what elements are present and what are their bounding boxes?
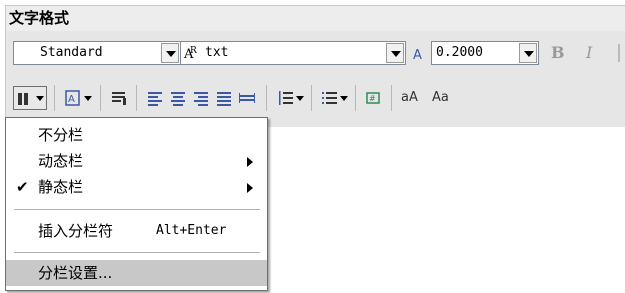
menu-item-label: 不分栏: [38, 126, 84, 144]
font-dropdown-button[interactable]: [386, 43, 404, 63]
panel-title: 文字格式: [6, 6, 625, 31]
menu-item-label: 插入分栏符: [38, 222, 114, 240]
text-justification-icon[interactable]: A: [64, 89, 82, 107]
svg-text:A: A: [68, 94, 75, 105]
columns-button[interactable]: [13, 86, 47, 110]
text-style-combo[interactable]: Standard: [13, 41, 181, 65]
svg-text:#: #: [369, 94, 376, 103]
menu-separator: [14, 209, 260, 210]
submenu-arrow-icon: [247, 183, 253, 193]
align-right-icon[interactable]: [192, 89, 210, 107]
toolbar-separator: [100, 85, 101, 111]
text-height-value: 0.2000: [436, 45, 483, 60]
menu-item-no-columns[interactable]: 不分栏: [6, 122, 267, 148]
columns-icon: [18, 93, 28, 105]
checkmark-icon: ✔: [16, 178, 29, 196]
menu-item-static-columns[interactable]: ✔ 静态栏: [6, 174, 267, 200]
truetype-font-icon: A R: [183, 46, 197, 62]
menu-item-dynamic-columns[interactable]: 动态栏: [6, 148, 267, 174]
bold-button[interactable]: B: [551, 43, 565, 62]
menu-item-label: 分栏设置...: [38, 264, 113, 282]
text-height-combo[interactable]: 0.2000: [431, 41, 539, 65]
toolbar-separator: [355, 85, 356, 111]
line-spacing-icon[interactable]: [276, 89, 294, 107]
underline-button-partial[interactable]: [618, 44, 620, 62]
columns-dropdown-menu: 不分栏 动态栏 ✔ 静态栏 插入分栏符 Alt+Enter 分栏设置...: [5, 117, 268, 291]
align-left-icon[interactable]: [146, 89, 164, 107]
menu-item-shortcut: Alt+Enter: [156, 223, 227, 238]
toolbar-separator: [391, 85, 392, 111]
svg-text:R: R: [190, 46, 197, 56]
svg-text:A: A: [413, 48, 422, 62]
line-spacing-dropdown-arrow[interactable]: [296, 96, 304, 101]
text-style-value: Standard: [40, 45, 103, 60]
toolbar-separator: [136, 85, 137, 111]
text-formatting-panel: 文字格式 Standard A R txt A 0.2000 B I A # a…: [5, 5, 625, 127]
columns-dropdown-arrow: [36, 96, 44, 101]
toolbar-separator: [311, 85, 312, 111]
justify-icon[interactable]: [215, 89, 233, 107]
menu-item-column-settings[interactable]: 分栏设置...: [6, 260, 267, 286]
distribute-icon[interactable]: [238, 89, 256, 107]
font-combo[interactable]: A R txt: [180, 41, 406, 65]
numbering-icon[interactable]: [320, 89, 338, 107]
submenu-arrow-icon: [247, 157, 253, 167]
toolbar-separator: [54, 85, 55, 111]
menu-item-insert-column-break[interactable]: 插入分栏符 Alt+Enter: [6, 218, 267, 244]
numbering-dropdown-arrow[interactable]: [340, 96, 348, 101]
italic-button[interactable]: I: [586, 43, 592, 62]
style-dropdown-button[interactable]: [161, 43, 179, 63]
uppercase-button[interactable]: aA: [401, 90, 418, 105]
annotative-icon[interactable]: A: [410, 44, 428, 62]
lowercase-button[interactable]: Aa: [432, 90, 449, 105]
paragraph-icon[interactable]: [110, 89, 128, 107]
menu-item-label: 动态栏: [38, 152, 84, 170]
menu-item-label: 静态栏: [38, 178, 84, 196]
menu-separator: [14, 252, 260, 253]
insert-field-icon[interactable]: #: [364, 89, 382, 107]
height-dropdown-button[interactable]: [519, 43, 537, 63]
justification-dropdown-arrow[interactable]: [84, 96, 92, 101]
toolbar-separator: [266, 85, 267, 111]
align-center-icon[interactable]: [169, 89, 187, 107]
font-value: txt: [205, 45, 229, 60]
